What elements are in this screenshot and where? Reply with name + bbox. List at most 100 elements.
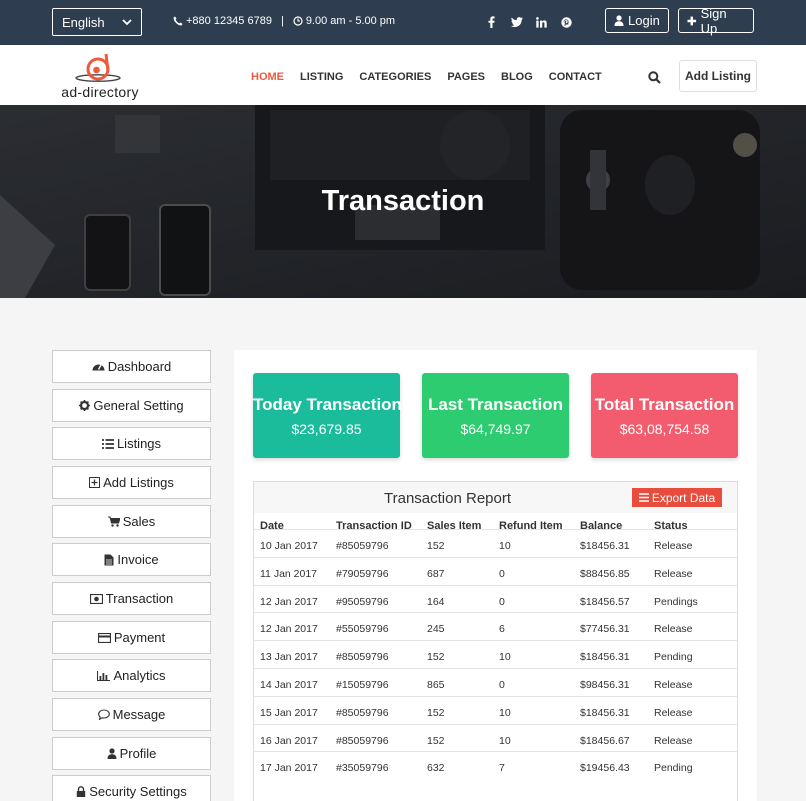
sidebar-item-security-settings[interactable]: Security Settings (52, 775, 211, 801)
table-cell: 12 Jan 2017 (260, 623, 318, 636)
table-cell: 10 (499, 734, 511, 747)
site-logo[interactable]: ad-directory (52, 51, 148, 101)
table-cell: #35059796 (336, 762, 389, 775)
user-icon (107, 748, 117, 759)
table-cell: Release (654, 540, 693, 552)
table-cell: $18456.31 (580, 706, 630, 719)
nav-item-listing[interactable]: LISTING (300, 71, 343, 83)
sidebar-item-label: General Setting (93, 398, 184, 413)
table-cell: 865 (427, 679, 445, 691)
file-icon (104, 554, 114, 565)
table-cell: $18456.31 (580, 540, 630, 552)
phone-number: +880 12345 6789 (186, 15, 272, 27)
table-cell: 13 Jan 2017 (260, 651, 318, 664)
money-icon (89, 593, 103, 604)
business-hours: 9.00 am - 5.00 pm (305, 15, 396, 27)
sidebar-item-label: Dashboard (107, 359, 172, 374)
search-icon[interactable] (648, 71, 661, 84)
table-cell: 152 (427, 706, 445, 719)
report-header: Transaction Report Export Data (254, 482, 737, 513)
bar-chart-icon (97, 670, 111, 681)
plus-square-icon (89, 477, 101, 488)
credit-card-icon (97, 632, 111, 643)
twitter-icon[interactable] (504, 15, 529, 29)
top-bar: English +880 12345 6789 | 9.00 am - 5.00… (0, 0, 806, 45)
add-listing-button[interactable]: Add Listing (679, 60, 757, 92)
sidebar-item-transaction[interactable]: Transaction (52, 582, 211, 615)
row-divider (254, 723, 737, 725)
sidebar-item-label: Sales (122, 514, 156, 529)
sidebar-item-label: Invoice (117, 552, 159, 567)
table-cell: 15 Jan 2017 (260, 706, 318, 719)
sidebar-item-label: Security Settings (89, 784, 187, 799)
nav-item-home[interactable]: HOME (251, 71, 284, 83)
table-cell: 12 Jan 2017 (260, 595, 318, 608)
table-cell: 164 (427, 595, 445, 608)
stat-value: $23,679.85 (291, 421, 362, 437)
table-cell: 10 (499, 651, 511, 664)
login-label: Login (628, 13, 660, 28)
sidebar-item-add-listings[interactable]: Add Listings (52, 466, 211, 499)
report-title: Transaction Report (384, 490, 512, 507)
signup-button[interactable]: Sign Up (678, 5, 754, 36)
pinterest-icon[interactable] (554, 15, 579, 29)
main-content: Today Transaction $23,679.85 Last Transa… (234, 350, 757, 801)
table-cell: 0 (499, 595, 505, 608)
login-button[interactable]: Login (605, 8, 669, 33)
list-icon (101, 438, 114, 449)
language-select[interactable]: English (52, 8, 142, 36)
table-cell: Release (654, 623, 693, 636)
info-separator: | (280, 15, 284, 27)
nav-item-pages[interactable]: PAGES (447, 71, 485, 83)
sidebar-item-payment[interactable]: Payment (52, 621, 211, 654)
table-cell: 632 (427, 762, 445, 775)
sidebar-item-label: Message (112, 707, 166, 722)
table-cell: #85059796 (336, 651, 389, 664)
column-header: Date (260, 520, 284, 532)
table-cell: 11 Jan 2017 (260, 567, 318, 580)
table-cell: $19456.43 (580, 762, 630, 775)
nav-item-categories[interactable]: CATEGORIES (359, 71, 431, 83)
sidebar-item-general-setting[interactable]: General Setting (52, 389, 211, 422)
table-cell: 16 Jan 2017 (260, 734, 318, 747)
sidebar-item-sales[interactable]: Sales (52, 505, 211, 538)
table-cell: #85059796 (336, 540, 389, 552)
column-header: Transaction ID (336, 520, 412, 532)
table-cell: $88456.85 (580, 567, 630, 580)
user-icon (614, 15, 624, 26)
stat-value: $63,08,754.58 (619, 421, 710, 437)
table-cell: 152 (427, 651, 445, 664)
table-cell: 7 (499, 762, 505, 775)
linkedin-icon[interactable] (529, 15, 554, 29)
table-cell: 17 Jan 2017 (260, 762, 318, 775)
sidebar-item-label: Analytics (113, 668, 166, 683)
stat-card-last: Last Transaction $64,749.97 (422, 373, 569, 458)
signup-label: Sign Up (700, 5, 727, 36)
export-data-button[interactable]: Export Data (632, 488, 722, 507)
sidebar-item-label: Payment (113, 630, 166, 645)
table-cell: 687 (427, 567, 445, 580)
clock-icon (293, 16, 303, 26)
row-divider (254, 640, 737, 642)
table-cell: #15059796 (336, 679, 389, 691)
column-header: Sales Item (427, 520, 482, 532)
facebook-icon[interactable] (479, 15, 504, 29)
sidebar-item-analytics[interactable]: Analytics (52, 659, 211, 692)
nav-item-blog[interactable]: BLOG (501, 71, 533, 83)
sidebar-item-invoice[interactable]: Invoice (52, 543, 211, 576)
sidebar-item-message[interactable]: Message (52, 698, 211, 731)
table-cell: #95059796 (336, 595, 389, 608)
main-navbar: ad-directory HOME LISTING CATEGORIES PAG… (0, 45, 806, 105)
sidebar-item-profile[interactable]: Profile (52, 737, 211, 770)
cart-icon (107, 516, 120, 527)
page-title: Transaction (321, 185, 485, 217)
gear-icon (79, 400, 91, 411)
sidebar-item-dashboard[interactable]: Dashboard (52, 350, 211, 383)
plus-icon (687, 16, 697, 25)
logo-text: ad-directory (61, 84, 139, 100)
sidebar-item-listings[interactable]: Listings (52, 427, 211, 460)
row-divider (254, 668, 737, 669)
table-cell: 0 (499, 679, 505, 691)
nav-item-contact[interactable]: CONTACT (549, 71, 602, 83)
table-cell: Pendings (654, 595, 698, 608)
